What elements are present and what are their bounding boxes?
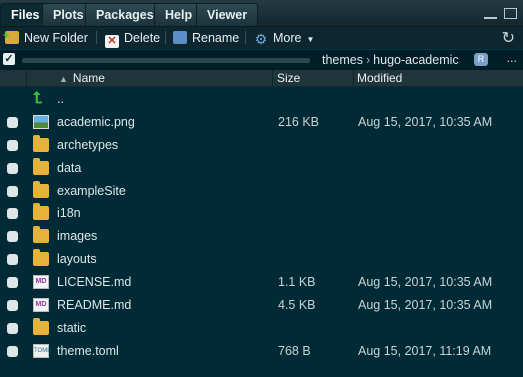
minimize-icon[interactable] xyxy=(483,8,497,19)
folder-name-link[interactable]: layouts xyxy=(57,252,97,267)
row-checkbox[interactable] xyxy=(7,185,18,197)
file-size: 1.1 KB xyxy=(278,275,316,290)
maximize-icon[interactable] xyxy=(504,8,517,19)
toolbar-divider xyxy=(165,31,166,44)
pane-tab-bar: Files Plots Packages Help Viewer xyxy=(0,0,523,27)
file-size: 4.5 KB xyxy=(278,298,316,313)
files-toolbar: + New Folder ✕ Delete Rename ⚙ More ▼ ↻ xyxy=(0,27,523,48)
image-file-icon xyxy=(33,114,49,129)
file-modified: Aug 15, 2017, 10:35 AM xyxy=(358,114,493,129)
delete-label: Delete xyxy=(124,31,161,45)
row-checkbox[interactable] xyxy=(7,322,18,334)
row-checkbox[interactable] xyxy=(7,208,18,220)
new-folder-label: New Folder xyxy=(24,31,88,45)
folder-icon xyxy=(33,317,49,335)
breadcrumb: themes › hugo-academic xyxy=(322,52,459,68)
file-row[interactable]: MD LICENSE.md 1.1 KB Aug 15, 2017, 10:35… xyxy=(0,271,523,294)
new-folder-icon: + xyxy=(3,30,19,44)
file-modified: Aug 15, 2017, 11:19 AM xyxy=(358,343,492,358)
folder-row[interactable]: data xyxy=(0,157,523,180)
row-checkbox[interactable] xyxy=(7,300,18,312)
delete-icon: ✕ xyxy=(105,35,119,48)
delete-button[interactable]: ✕ Delete xyxy=(105,29,161,48)
modified-column-header[interactable]: Modified xyxy=(357,70,402,86)
folder-name-link[interactable]: static xyxy=(57,321,86,336)
folder-icon xyxy=(33,203,49,221)
refresh-icon[interactable]: ↻ xyxy=(502,28,515,48)
file-modified: Aug 15, 2017, 10:35 AM xyxy=(358,275,493,290)
folder-name-link[interactable]: archetypes xyxy=(57,138,118,153)
file-list-header: ▲ Name Size Modified xyxy=(0,70,523,87)
row-checkbox[interactable] xyxy=(7,345,18,357)
file-name-link[interactable]: LICENSE.md xyxy=(57,275,131,290)
more-button[interactable]: ⚙ More ▼ xyxy=(254,29,315,47)
column-divider xyxy=(26,70,27,86)
file-name-link[interactable]: README.md xyxy=(57,298,131,313)
sort-ascending-icon: ▲ xyxy=(59,74,68,84)
file-name-link[interactable]: academic.png xyxy=(57,115,135,130)
file-size: 216 KB xyxy=(278,114,320,129)
file-row[interactable]: academic.png 216 KB Aug 15, 2017, 10:35 … xyxy=(0,111,523,134)
folder-icon xyxy=(33,226,49,244)
markdown-file-icon: MD xyxy=(33,298,49,313)
parent-directory-row[interactable]: ⮤ .. xyxy=(0,88,523,111)
row-checkbox[interactable] xyxy=(7,162,18,174)
redacted-path xyxy=(22,58,310,63)
folder-name-link[interactable]: images xyxy=(57,229,97,244)
size-column-header[interactable]: Size xyxy=(277,70,300,86)
breadcrumb-item[interactable]: hugo-academic xyxy=(373,53,458,67)
name-column-label: Name xyxy=(72,71,105,85)
folder-row[interactable]: static xyxy=(0,317,523,340)
parent-directory-link[interactable]: .. xyxy=(57,92,64,107)
breadcrumb-item[interactable]: themes xyxy=(322,53,363,67)
breadcrumb-separator-icon: › xyxy=(366,53,371,67)
rename-button[interactable]: Rename xyxy=(173,29,239,47)
file-list: ⮤ .. academic.png 216 KB Aug 15, 2017, 1… xyxy=(0,88,523,363)
folder-row[interactable]: archetypes xyxy=(0,134,523,157)
folder-row[interactable]: layouts xyxy=(0,248,523,271)
toml-file-icon: TOML xyxy=(33,343,51,358)
toolbar-divider xyxy=(245,31,246,44)
row-checkbox[interactable] xyxy=(7,231,18,243)
rename-label: Rename xyxy=(192,31,240,45)
row-checkbox[interactable] xyxy=(7,277,18,289)
window-controls xyxy=(480,8,517,22)
file-modified: Aug 15, 2017, 10:35 AM xyxy=(358,298,493,313)
file-size: 768 B xyxy=(278,343,311,358)
file-name-link[interactable]: theme.toml xyxy=(57,344,119,359)
more-label: More xyxy=(273,31,302,45)
folder-icon xyxy=(33,180,49,198)
folder-name-link[interactable]: exampleSite xyxy=(57,184,126,199)
folder-name-link[interactable]: data xyxy=(57,161,81,176)
tab-packages[interactable]: Packages xyxy=(85,3,165,26)
folder-row[interactable]: i18n xyxy=(0,202,523,225)
chevron-down-icon: ▼ xyxy=(306,35,315,44)
new-folder-button[interactable]: + New Folder xyxy=(3,29,88,47)
gear-icon: ⚙ xyxy=(254,31,268,47)
folder-icon xyxy=(33,134,49,152)
folder-icon xyxy=(33,249,49,267)
path-bar: ✓ themes › hugo-academic R ... xyxy=(0,49,523,71)
r-project-icon[interactable]: R xyxy=(474,53,488,66)
up-arrow-icon: ⮤ xyxy=(33,90,43,107)
folder-name-link[interactable]: i18n xyxy=(57,206,81,221)
column-divider xyxy=(353,70,354,86)
folder-row[interactable]: images xyxy=(0,225,523,248)
folder-row[interactable]: exampleSite xyxy=(0,180,523,203)
toolbar-divider xyxy=(96,31,97,44)
name-column-header[interactable]: ▲ Name xyxy=(59,70,105,86)
column-divider xyxy=(272,70,273,86)
select-all-checkbox[interactable]: ✓ xyxy=(3,53,15,65)
rename-icon xyxy=(173,31,187,44)
folder-icon xyxy=(33,157,49,175)
file-row[interactable]: TOML theme.toml 768 B Aug 15, 2017, 11:1… xyxy=(0,340,523,363)
tab-viewer[interactable]: Viewer xyxy=(196,3,259,26)
path-more-button[interactable]: ... xyxy=(507,51,517,65)
row-checkbox[interactable] xyxy=(7,116,18,128)
row-checkbox[interactable] xyxy=(7,139,18,151)
file-row[interactable]: MD README.md 4.5 KB Aug 15, 2017, 10:35 … xyxy=(0,294,523,317)
markdown-file-icon: MD xyxy=(33,275,49,290)
row-checkbox[interactable] xyxy=(7,254,18,266)
